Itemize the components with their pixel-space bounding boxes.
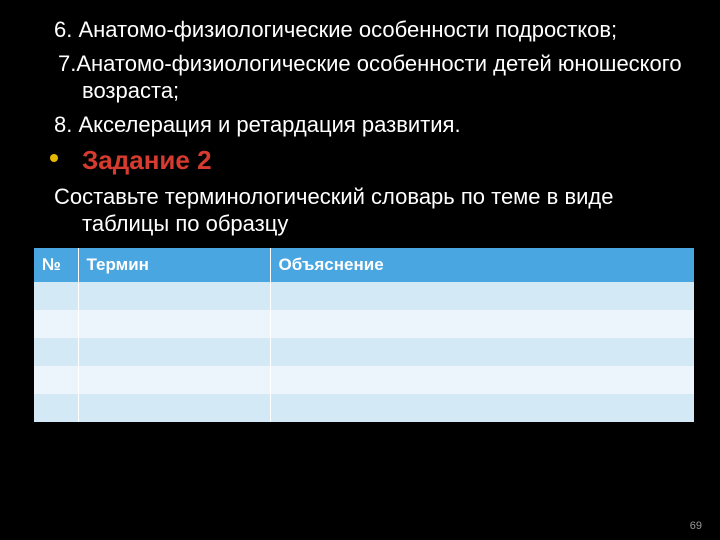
table-row: [34, 394, 694, 422]
table-row: [34, 310, 694, 338]
slide: 6. Анатомо-физиологические особенности п…: [0, 0, 720, 540]
cell-explanation: [270, 282, 694, 310]
cell-num: [34, 338, 78, 366]
list-item-6: 6. Анатомо-физиологические особенности п…: [28, 16, 692, 44]
list-item-7: 7.Анатомо-физиологические особенности де…: [28, 50, 692, 105]
cell-term: [78, 282, 270, 310]
cell-term: [78, 310, 270, 338]
col-header-explanation: Объяснение: [270, 248, 694, 282]
cell-num: [34, 282, 78, 310]
cell-num: [34, 366, 78, 394]
table-row: [34, 338, 694, 366]
page-number: 69: [690, 520, 702, 532]
table-row: [34, 282, 694, 310]
cell-num: [34, 394, 78, 422]
cell-num: [34, 310, 78, 338]
cell-explanation: [270, 394, 694, 422]
glossary-table-wrap: № Термин Объяснение: [34, 248, 692, 422]
cell-term: [78, 338, 270, 366]
bullet-icon: [50, 154, 58, 162]
col-header-term: Термин: [78, 248, 270, 282]
cell-explanation: [270, 310, 694, 338]
task-heading: Задание 2: [82, 145, 212, 175]
task-heading-row: Задание 2: [28, 144, 692, 177]
table-row: [34, 366, 694, 394]
cell-explanation: [270, 366, 694, 394]
list-item-8: 8. Акселерация и ретардация развития.: [28, 111, 692, 139]
cell-term: [78, 394, 270, 422]
cell-term: [78, 366, 270, 394]
glossary-table: № Термин Объяснение: [34, 248, 694, 422]
task-description: Составьте терминологический словарь по т…: [28, 183, 692, 238]
table-header-row: № Термин Объяснение: [34, 248, 694, 282]
cell-explanation: [270, 338, 694, 366]
col-header-number: №: [34, 248, 78, 282]
